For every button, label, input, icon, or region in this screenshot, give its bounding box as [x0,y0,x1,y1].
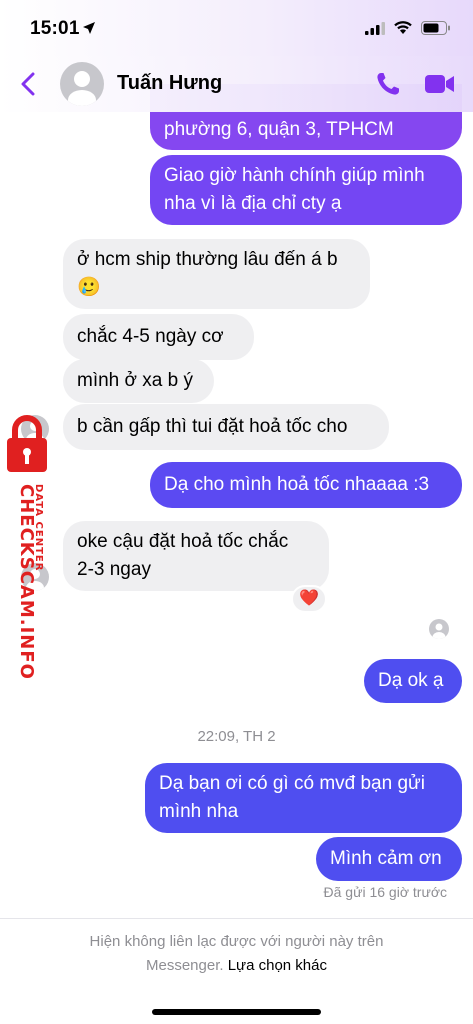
message-text: 2-3 ngay [77,559,151,580]
divider [0,918,473,919]
person-silhouette-icon [68,71,96,106]
message-text: phường 6, quận 3, TPHCM [164,119,394,140]
outgoing-message[interactable]: Dạ cho mình hoả tốc nhaaaa :3 [150,462,462,508]
outgoing-message[interactable]: Dạ bạn ơi có gì có mvđ bạn gửi mình nha [145,763,462,833]
message-text: mình ở xa b ý [77,370,193,391]
status-time: 15:01 [30,18,80,39]
outgoing-message[interactable]: Mình cảm ơn [316,837,462,881]
heart-reaction[interactable]: ❤️ [291,585,327,613]
notice-messenger: Messenger. [146,957,224,974]
status-bar: 15:01 [0,0,473,56]
sent-status: Đã gửi 16 giờ trước [323,884,447,900]
conversation-header: Tuấn Hưng [0,56,473,112]
message-text: chắc 4-5 ngày cơ [77,326,224,347]
back-chevron-icon[interactable] [20,72,36,96]
message-text: b cần gấp thì tui đặt hoả tốc cho [77,416,348,437]
message-text: nha vì là địa chỉ cty ạ [164,193,342,214]
message-text: mình nha [159,801,239,822]
outgoing-message[interactable]: Dạ ok ạ [364,659,462,703]
signal-icon [365,22,385,35]
lock-icon [7,415,47,472]
message-text: Dạ cho mình hoả tốc nhaaaa :3 [164,474,430,495]
message-timestamp: 22:09, TH 2 [197,728,276,745]
unavailable-notice: Hiện không liên lạc được với người này t… [0,930,473,978]
other-options-link[interactable]: Lựa chọn khác [228,957,327,974]
message-text: Dạ ok ạ [378,670,444,691]
video-camera-icon[interactable] [424,72,456,96]
seen-indicator-avatar [429,619,449,639]
incoming-message[interactable]: chắc 4-5 ngày cơ [63,314,254,360]
message-text: Giao giờ hành chính giúp mình [164,165,425,186]
home-indicator[interactable] [152,1009,321,1015]
incoming-message[interactable]: mình ở xa b ý [63,359,214,403]
wifi-icon [394,21,412,34]
incoming-message[interactable]: b cần gấp thì tui đặt hoả tốc cho [63,404,389,450]
message-text: ở hcm ship thường lâu đến á b [77,249,338,270]
phone-icon[interactable] [374,70,402,98]
incoming-message[interactable]: ở hcm ship thường lâu đến á b 🥲 [63,239,370,309]
message-text: Mình cảm ơn [330,848,442,869]
location-arrow-icon [83,22,95,34]
contact-avatar[interactable] [60,62,104,106]
contact-name[interactable]: Tuấn Hưng [117,72,222,95]
watermark-sub: DATA CENTER [33,484,44,572]
battery-icon [421,21,450,35]
message-text: oke cậu đặt hoả tốc chắc [77,531,289,552]
notice-line-2: Messenger. Lựa chọn khác [0,954,473,978]
person-silhouette-icon [432,623,446,639]
incoming-message[interactable]: oke cậu đặt hoả tốc chắc 2-3 ngay [63,521,329,591]
emoji: 🥲 [77,277,101,298]
notice-line: Hiện không liên lạc được với người này t… [89,933,384,950]
outgoing-message[interactable]: Giao giờ hành chính giúp mình nha vì là … [150,155,462,225]
message-text: Dạ bạn ơi có gì có mvđ bạn gửi [159,773,425,794]
